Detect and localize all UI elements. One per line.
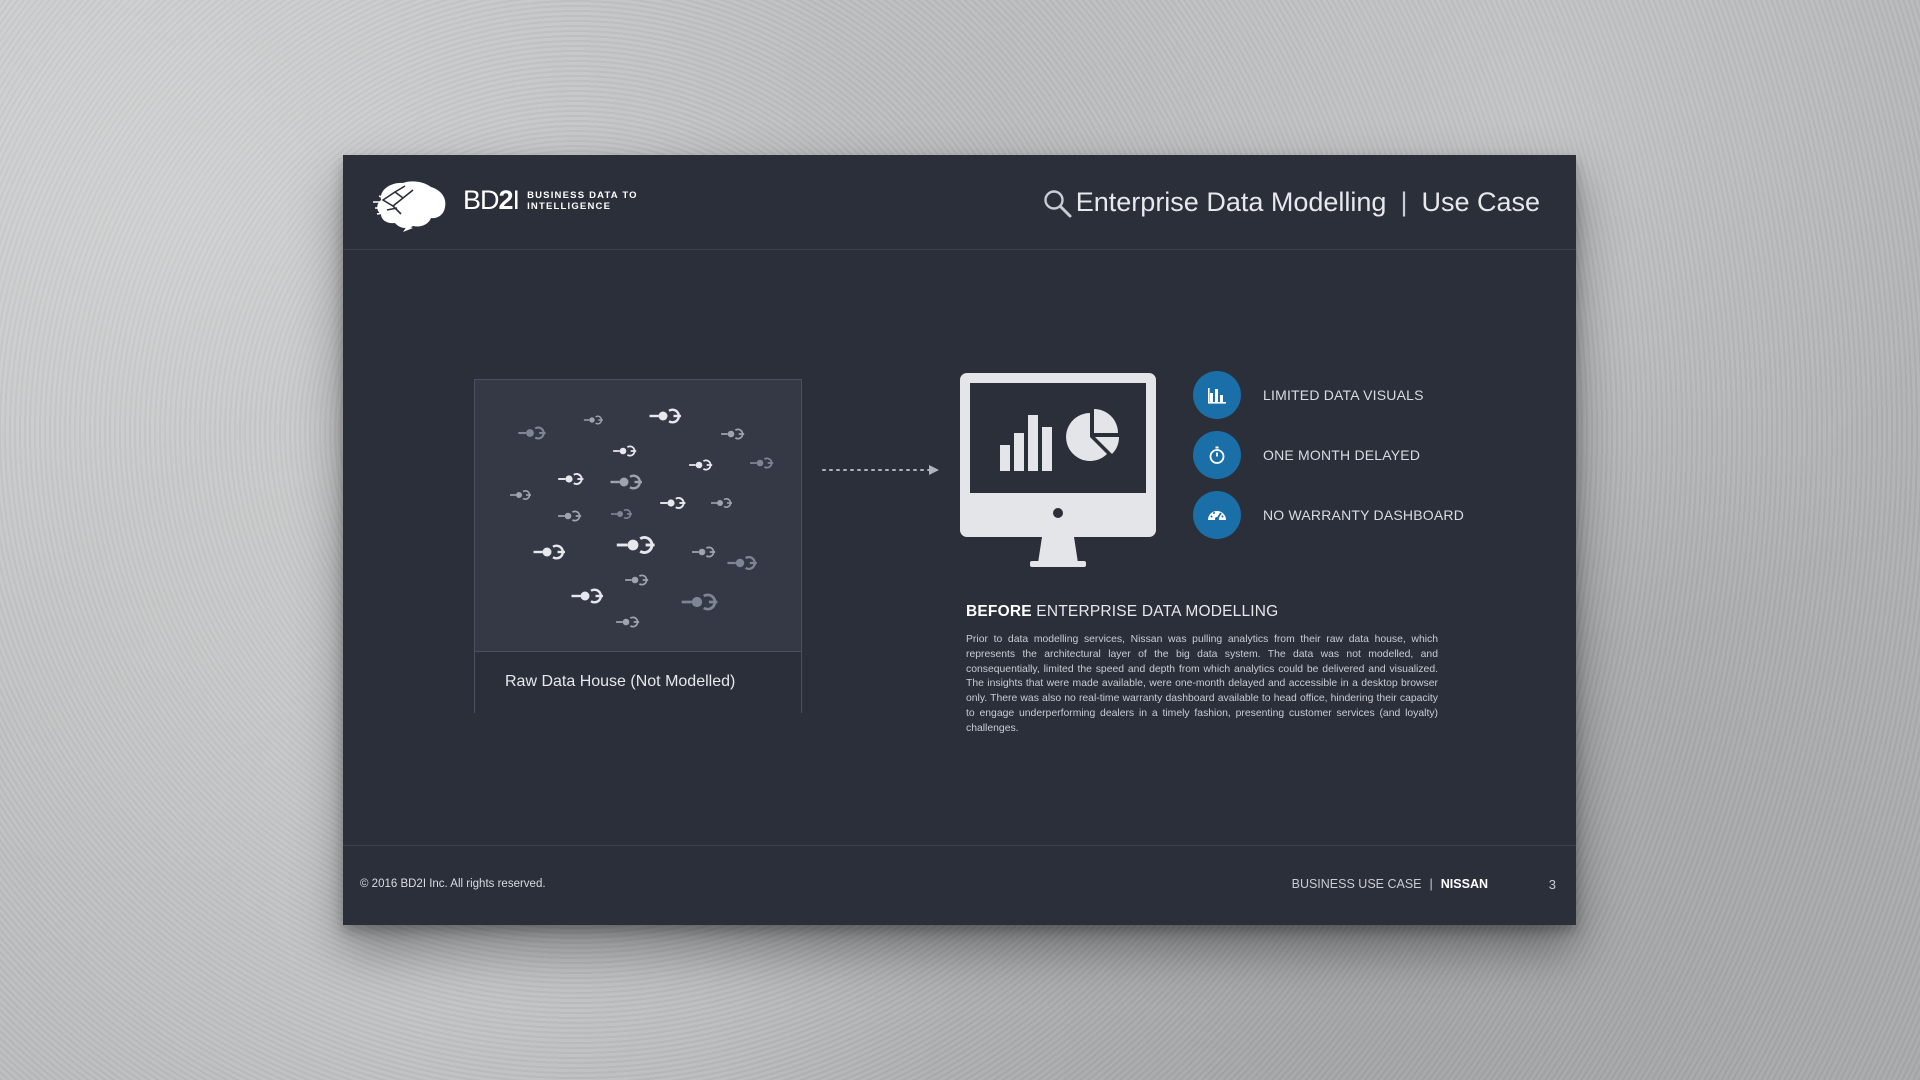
title-main: Enterprise Data Modelling	[1075, 187, 1387, 217]
feature-icon-circle	[1193, 431, 1241, 479]
slide-footer: © 2016 BD2I Inc. All rights reserved. BU…	[343, 845, 1576, 926]
stopwatch-icon	[1209, 446, 1225, 464]
data-node-icon	[509, 489, 532, 501]
bar-chart-icon	[1208, 388, 1226, 404]
data-node-icon	[680, 593, 719, 611]
data-node-icon	[557, 510, 583, 522]
copyright-text: © 2016 BD2I Inc. All rights reserved.	[360, 878, 546, 890]
data-node-icon	[532, 544, 567, 560]
search-icon	[1044, 190, 1072, 218]
page-number: 3	[1548, 877, 1556, 892]
data-node-icon	[659, 496, 687, 509]
feature-icon-circle	[1193, 491, 1241, 539]
raw-data-caption-text: Raw Data House (Not Modelled)	[505, 673, 736, 690]
logo-name-suffix: I	[512, 185, 520, 215]
data-node-icon	[688, 459, 714, 471]
logo-name-light: BD	[463, 185, 500, 215]
feature-icon-circle	[1193, 371, 1241, 419]
data-node-icon	[583, 415, 604, 425]
feature-no-warranty-dashboard: NO WARRANTY DASHBOARD	[1193, 491, 1464, 539]
data-node-icon	[609, 474, 644, 490]
data-node-icon	[624, 574, 650, 586]
data-nodes-illustration	[509, 408, 775, 628]
data-node-icon	[517, 426, 547, 440]
section-body: Prior to data modelling services, Nissan…	[966, 634, 1438, 734]
case-label: BUSINESS USE CASE	[1291, 877, 1422, 891]
desktop-monitor-icon	[960, 373, 1156, 567]
raw-data-panel: Raw Data House (Not Modelled)	[474, 379, 802, 713]
page-title: Enterprise Data Modelling | Use Case	[1076, 187, 1540, 218]
data-node-icon	[610, 508, 633, 520]
feature-label: ONE MONTH DELAYED	[1263, 447, 1421, 463]
feature-limited-data-visuals: LIMITED DATA VISUALS	[1193, 371, 1424, 419]
logo-tagline: BUSINESS DATA TO INTELLIGENCE	[527, 190, 638, 212]
logo-name: BD2I	[463, 185, 520, 216]
client-name: NISSAN	[1440, 877, 1488, 891]
logo-name-bold: 2	[498, 185, 514, 215]
logo-tagline-line1: BUSINESS DATA TO	[527, 189, 638, 201]
section-heading: BEFORE ENTERPRISE DATA MODELLING	[966, 603, 1278, 621]
feature-label: NO WARRANTY DASHBOARD	[1263, 507, 1464, 523]
data-node-icon	[648, 408, 683, 424]
data-node-icon	[570, 588, 605, 604]
presentation-slide: BD2I BUSINESS DATA TO INTELLIGENCE Enter…	[343, 155, 1576, 925]
data-node-icon	[710, 497, 733, 509]
slide-header: BD2I BUSINESS DATA TO INTELLIGENCE Enter…	[343, 155, 1576, 250]
section-heading-bold: BEFORE	[966, 603, 1032, 620]
logo-tagline-line2: INTELLIGENCE	[527, 200, 612, 212]
data-node-icon	[615, 616, 641, 628]
title-subtitle: Use Case	[1421, 187, 1540, 217]
dashboard-gauge-icon	[1208, 511, 1226, 521]
feature-one-month-delayed: ONE MONTH DELAYED	[1193, 431, 1420, 479]
section-heading-rest: ENTERPRISE DATA MODELLING	[1031, 603, 1279, 620]
brain-logo-icon	[373, 181, 446, 232]
logo-wordmark: BD2I BUSINESS DATA TO INTELLIGENCE	[463, 185, 638, 216]
raw-data-caption: Raw Data House (Not Modelled)	[475, 651, 801, 713]
feature-label: LIMITED DATA VISUALS	[1263, 387, 1424, 403]
data-node-icon	[691, 546, 717, 558]
title-separator: |	[1400, 187, 1408, 217]
data-node-icon	[612, 445, 638, 457]
case-separator: |	[1429, 877, 1433, 891]
data-node-icon	[615, 536, 657, 554]
data-node-icon	[720, 428, 746, 440]
data-node-icon	[749, 457, 775, 469]
footer-case-label: BUSINESS USE CASE | NISSAN	[1292, 877, 1488, 891]
dotted-arrow-icon	[822, 465, 939, 475]
data-node-icon	[726, 555, 758, 571]
data-node-icon	[557, 472, 585, 486]
